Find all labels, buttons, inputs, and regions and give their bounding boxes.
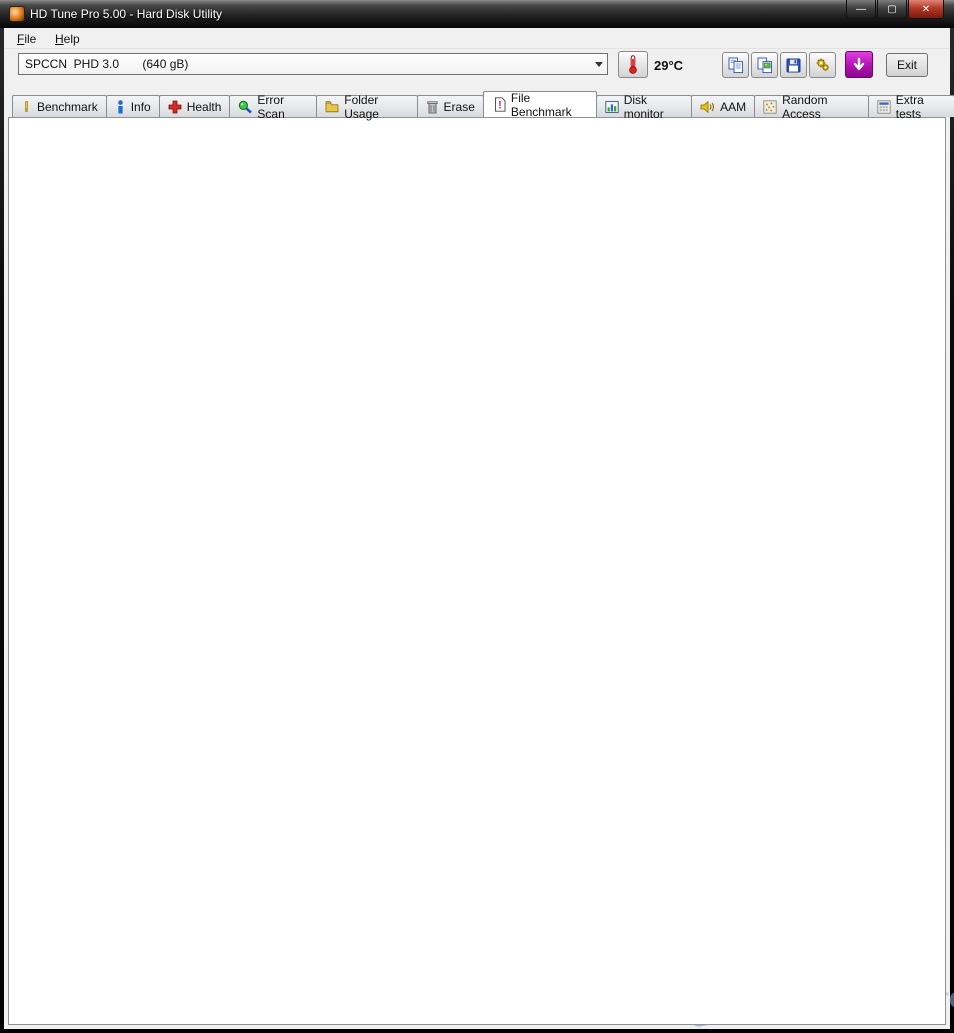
temperature-button[interactable]	[618, 51, 648, 78]
tab-label: Error Scan	[257, 93, 308, 121]
tab-label: File Benchmark	[511, 91, 586, 119]
copy-text-button[interactable]	[722, 52, 749, 78]
menu-file[interactable]: File	[12, 31, 41, 47]
benchmark-icon: !	[21, 99, 32, 114]
extra-tests-icon	[877, 100, 891, 114]
thermometer-icon	[627, 55, 639, 74]
options-icon	[815, 57, 831, 73]
app-logo-icon	[9, 6, 25, 22]
aam-icon	[700, 100, 715, 114]
menu-help[interactable]: Help	[50, 31, 85, 47]
minimize-button[interactable]: —	[846, 0, 876, 19]
tab-label: Extra tests	[896, 93, 946, 121]
tab-erase[interactable]: Erase	[417, 95, 484, 117]
tab-label: AAM	[720, 100, 746, 114]
file-benchmark-icon: !	[494, 97, 506, 112]
tab-label: Erase	[444, 100, 475, 114]
disk-monitor-icon	[605, 100, 619, 114]
save-icon	[786, 58, 801, 73]
close-button[interactable]: ✕	[908, 0, 944, 19]
capture-button[interactable]	[845, 51, 873, 78]
tab-label: Info	[131, 100, 151, 114]
tab-disk-monitor[interactable]: Disk monitor	[596, 95, 692, 117]
window-title: HD Tune Pro 5.00 - Hard Disk Utility	[30, 7, 222, 21]
tab-label: Benchmark	[37, 100, 98, 114]
tab-folder-usage[interactable]: Folder Usage	[316, 95, 417, 117]
tab-label: Folder Usage	[344, 93, 408, 121]
svg-text:!: !	[24, 99, 29, 114]
title-bar: HD Tune Pro 5.00 - Hard Disk Utility — ▢…	[0, 0, 954, 28]
copy-image-icon	[757, 57, 773, 74]
tab-file-benchmark[interactable]: ! File Benchmark	[483, 91, 597, 117]
folder-usage-icon	[325, 100, 339, 113]
exit-button[interactable]: Exit	[886, 53, 928, 77]
copy-text-icon	[728, 57, 744, 74]
tab-aam[interactable]: AAM	[691, 95, 755, 117]
download-icon	[851, 57, 867, 73]
error-scan-icon	[238, 100, 252, 114]
drive-select-arrow-icon	[591, 54, 607, 74]
tab-error-scan[interactable]: Error Scan	[229, 95, 317, 117]
health-icon	[168, 100, 182, 114]
erase-icon	[426, 100, 439, 114]
temperature-value: 29°C	[654, 58, 683, 73]
save-button[interactable]	[780, 52, 807, 78]
tab-benchmark[interactable]: ! Benchmark	[12, 95, 107, 117]
tab-info[interactable]: Info	[106, 95, 160, 117]
tab-label: Disk monitor	[624, 93, 683, 121]
options-button[interactable]	[809, 52, 836, 78]
info-icon	[115, 100, 126, 114]
tab-random-access[interactable]: Random Access	[754, 95, 869, 117]
tab-bar: ! Benchmark Info Health Error ScanFolder Usa…	[12, 93, 954, 117]
tab-label: Health	[187, 100, 222, 114]
menu-bar: File Help	[4, 28, 950, 49]
tab-health[interactable]: Health	[159, 95, 231, 117]
tab-extra-tests[interactable]: Extra tests	[868, 95, 954, 117]
svg-text:!: !	[498, 100, 502, 112]
random-access-icon	[763, 100, 777, 114]
app-window: HD Tune Pro 5.00 - Hard Disk Utility — ▢…	[0, 0, 954, 1033]
maximize-button[interactable]: ▢	[877, 0, 907, 19]
file-benchmark-panel	[8, 117, 946, 1025]
tab-label: Random Access	[782, 93, 860, 121]
drive-select[interactable]: SPCCN PHD 3.0 (640 gB)	[18, 53, 608, 75]
copy-image-button[interactable]	[751, 52, 778, 78]
